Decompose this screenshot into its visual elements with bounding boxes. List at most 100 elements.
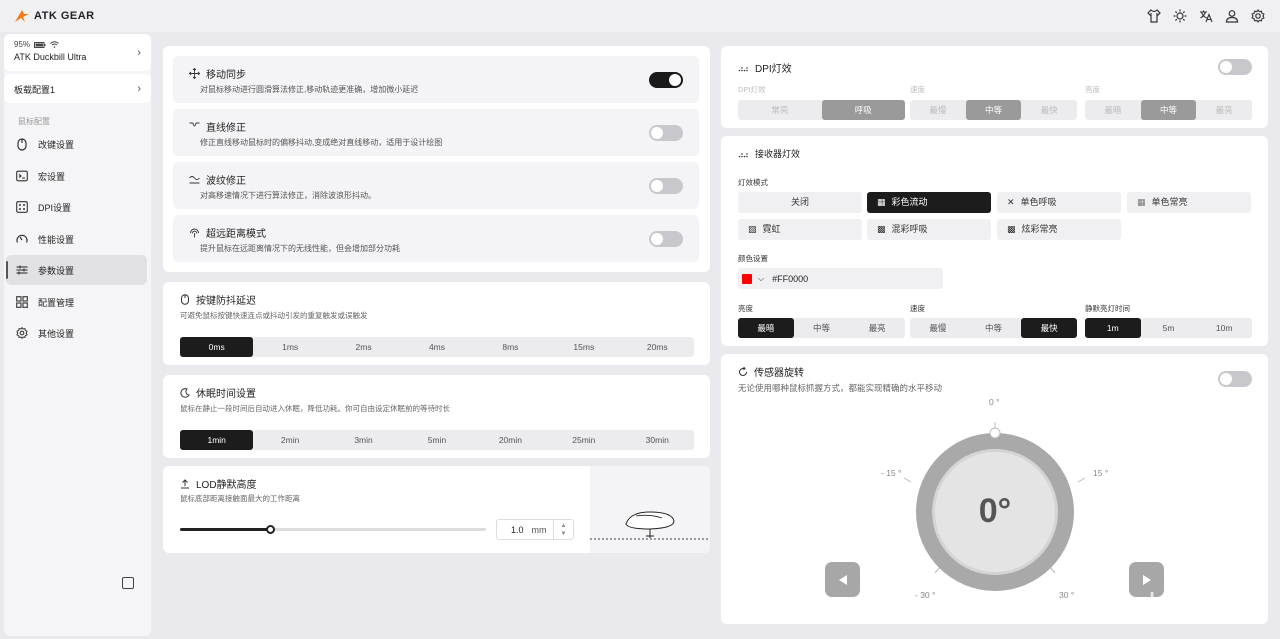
brightness-option[interactable]: 最暗 [738,318,794,338]
atk-logo-icon [15,10,29,22]
mode-breath-button[interactable]: ✕ 单色呼吸 [997,192,1121,213]
row-desc: 对鼠标移动进行圆滑算法修正,移动轨迹更准确，增加微小延迟 [200,85,419,94]
row-desc: 修正直线移动鼠标时的偏移抖动,变成绝对直线移动，适用于设计绘图 [200,138,443,147]
speed-option[interactable]: 中等 [965,100,1022,120]
lod-stepper[interactable]: ▲ ▼ [553,520,573,539]
device-card[interactable]: 95% ATK Duckbill Ultra › [4,34,151,71]
mode-off-button[interactable]: 关闭 [738,192,862,213]
sidebar-item-label: 配置管理 [38,297,75,308]
brightness-option[interactable]: 最亮 [849,318,905,338]
row-title: 直线修正 [206,123,246,134]
panel-desc: 可避免鼠标按键快速连点或抖动引发的重复触发或误触发 [180,311,368,320]
brightness-icon[interactable] [1172,8,1188,24]
mode-neon-button[interactable]: ▧ 霓虹 [738,219,862,240]
debounce-selector: 0ms 1ms 2ms 4ms 8ms 15ms 20ms [180,337,694,357]
mode-mix-breath-button[interactable]: ▩ 混彩呼吸 [867,219,991,240]
sleep-option[interactable]: 20min [474,430,547,450]
mode-label-text: 关闭 [790,197,809,207]
motion-panel: 移动同步 对鼠标移动进行圆滑算法修正,移动轨迹更准确，增加微小延迟 直线修正 修… [163,46,710,272]
angle-snap-toggle[interactable] [649,125,683,141]
dpi-light-toggle[interactable] [1218,59,1252,75]
brightness-option[interactable]: 中等 [794,318,850,338]
debounce-option[interactable]: 0ms [180,337,254,357]
play-right-icon [1142,574,1151,585]
panel-title: 休眠时间设置 [196,389,256,400]
ripple-control-toggle[interactable] [649,178,683,194]
sidebar-item-dpi[interactable]: DPI设置 [6,192,147,222]
chevron-down-icon[interactable]: ▼ [561,530,567,538]
lod-slider-fill [180,528,271,531]
speed-option[interactable]: 最快 [1021,318,1078,338]
mouse-icon [181,294,189,305]
lod-slider-handle[interactable] [266,525,275,534]
long-range-toggle[interactable] [649,231,683,247]
mouse-lift-icon [590,511,710,540]
chevron-up-icon[interactable]: ▲ [561,522,567,530]
sleep-option[interactable]: 1min [180,430,254,450]
effect-option[interactable]: 呼吸 [821,100,905,120]
motion-sync-row: 移动同步 对鼠标移动进行圆滑算法修正,移动轨迹更准确，增加微小延迟 [173,56,699,103]
speed-option[interactable]: 最慢 [910,318,966,338]
mode-label-text: 霓虹 [762,224,781,234]
dpi-light-panel: DPI灯效 DPI灯效 速度 亮度 常亮 呼吸 最慢 中等 最快 最暗 中等 最… [721,46,1268,128]
sleep-option[interactable]: 30min [621,430,694,450]
debounce-option[interactable]: 20ms [621,337,694,357]
user-icon[interactable] [1224,8,1240,24]
color-swatch[interactable] [742,273,752,284]
color-hex: #FF0000 [772,273,809,284]
translate-icon[interactable] [1198,8,1214,24]
lod-value-input[interactable]: 1.0 mm ▲ ▼ [496,519,574,540]
brightness-option[interactable]: 最暗 [1085,100,1141,120]
debounce-option[interactable]: 4ms [400,337,473,357]
chevron-down-icon[interactable]: ⌵ [758,274,764,284]
debounce-panel: 按键防抖延迟 可避免鼠标按键快速连点或抖动引发的重复触发或误触发 0ms 1ms… [163,282,710,365]
sleep-option[interactable]: 25min [547,430,620,450]
receiver-idle-selector: 1m 5m 10m [1085,318,1252,338]
sleep-option[interactable]: 5min [400,430,473,450]
sidebar-item-config[interactable]: 配置管理 [6,287,147,317]
sidebar-item-label: 改键设置 [38,139,75,150]
sleep-option[interactable]: 2min [253,430,326,450]
mode-rainbow-button[interactable]: ▩ 炫彩常亮 [997,219,1121,240]
idle-option[interactable]: 1m [1085,318,1141,338]
debounce-option[interactable]: 1ms [253,337,326,357]
mode-flow-button[interactable]: ▦ 彩色流动 [867,192,991,213]
debounce-option[interactable]: 2ms [327,337,400,357]
idle-option[interactable]: 10m [1196,318,1252,338]
effect-option[interactable]: 常亮 [738,100,822,120]
gear-icon[interactable] [1250,8,1266,24]
sidebar-item-performance[interactable]: 性能设置 [6,224,147,254]
rotate-left-button[interactable] [825,562,860,597]
brightness-option[interactable]: 中等 [1140,100,1197,120]
sidebar-item-macro[interactable]: 宏设置 [6,161,147,191]
profile-name: 板载配置1 [14,85,56,95]
sidebar-collapse-icon[interactable] [122,577,134,589]
speed-option[interactable]: 最快 [1021,100,1077,120]
color-picker[interactable]: ⌵ #FF0000 [738,268,943,289]
speed-option[interactable]: 中等 [966,318,1022,338]
idle-option[interactable]: 5m [1141,318,1197,338]
mode-label-text: 混彩呼吸 [891,224,928,234]
mode-solid-button[interactable]: ▦ 单色常亮 [1127,192,1251,213]
profile-selector[interactable]: 板载配置1 › [4,74,151,103]
motion-sync-toggle[interactable] [649,72,683,88]
sidebar: 95% ATK Duckbill Ultra › 板载配置1 › 鼠标配置 改键… [4,34,151,636]
sleep-option[interactable]: 3min [327,430,400,450]
battery-percent: 95% [14,40,31,49]
debounce-option[interactable]: 8ms [474,337,547,357]
sidebar-item-keys[interactable]: 改键设置 [6,129,147,159]
terminal-icon [16,170,28,182]
sidebar-item-label: DPI设置 [38,202,72,213]
debounce-option[interactable]: 15ms [547,337,620,357]
rotation-dial[interactable] [721,354,1268,624]
sidebar-item-other[interactable]: 其他设置 [6,318,147,348]
lod-illustration [590,466,710,553]
sidebar-item-params[interactable]: 参数设置 [6,255,147,285]
light-effect-icon [738,152,748,157]
row-title: 移动同步 [206,70,246,81]
mode-label-text: 单色常亮 [1151,197,1188,207]
shirt-icon[interactable] [1146,8,1162,24]
speed-option[interactable]: 最慢 [910,100,966,120]
brightness-option[interactable]: 最亮 [1196,100,1252,120]
lod-unit: mm [531,524,547,535]
